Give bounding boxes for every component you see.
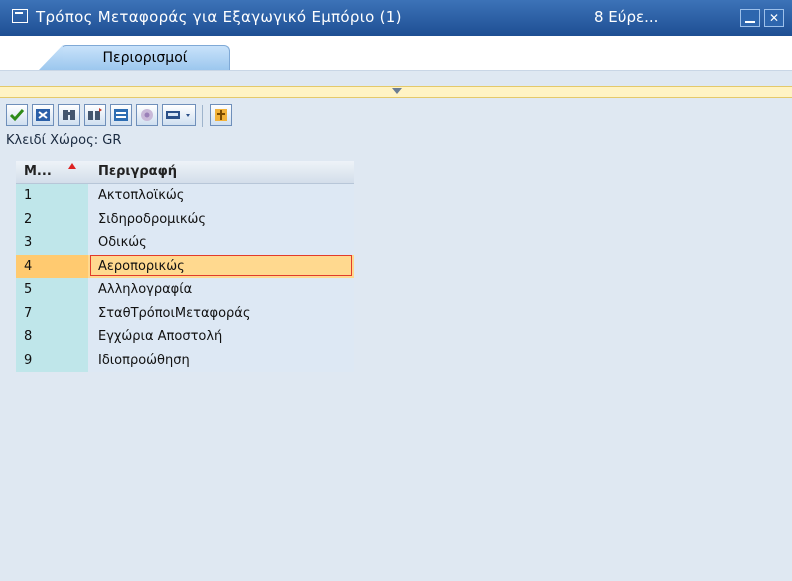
row-key-cell[interactable]: 9 <box>16 348 88 372</box>
title-bar[interactable]: Τρόπος Μεταφοράς για Εξαγωγικό Εμπόριο (… <box>0 0 792 36</box>
row-key-cell[interactable]: 1 <box>16 184 88 208</box>
row-key-cell[interactable]: 3 <box>16 231 88 255</box>
row-description-cell[interactable]: Εγχώρια Αποστολή <box>88 325 354 349</box>
filter-icon[interactable] <box>210 104 232 126</box>
table-row[interactable]: 7 ΣταθΤρόποιΜεταφοράς <box>16 301 354 325</box>
hit-count: 8 Εύρε... <box>594 8 659 26</box>
row-key: 2 <box>24 211 33 227</box>
row-key: 9 <box>24 352 33 368</box>
row-description: Οδικώς <box>98 235 147 250</box>
cancel-icon[interactable] <box>32 104 54 126</box>
row-key: 1 <box>24 188 33 203</box>
row-description-cell[interactable]: Ιδιοπροώθηση <box>88 348 354 372</box>
table-row[interactable]: 4 Αεροπορικώς <box>16 254 354 278</box>
row-description: ΣταθΤρόποιΜεταφοράς <box>98 305 251 321</box>
sort-ascending-icon <box>68 163 76 169</box>
row-key-cell[interactable]: 2 <box>16 207 88 231</box>
collapse-bar[interactable] <box>0 86 792 98</box>
table-row[interactable]: 5 Αλληλογραφία <box>16 278 354 302</box>
row-key: 8 <box>24 329 33 344</box>
row-description: Αεροπορικώς <box>98 258 185 274</box>
row-description: Ιδιοπροώθηση <box>98 352 190 368</box>
toolbar <box>0 104 792 130</box>
tab-strip: Περιορισμοί <box>0 36 792 71</box>
row-key: 3 <box>24 235 33 250</box>
find-next-icon[interactable] <box>84 104 106 126</box>
row-key: 7 <box>24 305 33 321</box>
row-description-cell[interactable]: Σιδηροδρομικώς <box>88 207 354 231</box>
window-title: Τρόπος Μεταφοράς για Εξαγωγικό Εμπόριο (… <box>36 8 402 26</box>
table-row[interactable]: 1 Ακτοπλοϊκώς <box>16 184 354 208</box>
table-header: M... Περιγραφή <box>16 161 354 184</box>
row-key-cell[interactable]: 7 <box>16 301 88 325</box>
find-icon[interactable] <box>58 104 80 126</box>
close-button[interactable]: ✕ <box>764 9 784 27</box>
row-description-cell[interactable]: Αεροπορικώς <box>88 254 354 278</box>
collapse-arrow-icon[interactable] <box>392 88 402 94</box>
table-row[interactable]: 2 Σιδηροδρομικώς <box>16 207 354 231</box>
table-row[interactable]: 8 Εγχώρια Αποστολή <box>16 325 354 349</box>
table-row[interactable]: 3 Οδικώς <box>16 231 354 255</box>
row-description: Ακτοπλοϊκώς <box>98 188 185 203</box>
table-body: 1 Ακτοπλοϊκώς 2 Σιδηροδρομικώς 3 Οδικώς 4 Αεροπ… <box>16 184 354 372</box>
toolbar-separator <box>202 105 203 127</box>
key-country-label: Κλειδί Χώρος: GR <box>6 133 122 148</box>
help-icon[interactable] <box>136 104 158 126</box>
row-description-cell[interactable]: Οδικώς <box>88 231 354 255</box>
check-icon[interactable] <box>6 104 28 126</box>
tab-restrictions[interactable]: Περιορισμοί <box>60 45 230 70</box>
row-key-cell[interactable]: 4 <box>16 254 88 278</box>
popup-window: Τρόπος Μεταφοράς για Εξαγωγικό Εμπόριο (… <box>0 0 792 581</box>
column-header-description[interactable]: Περιγραφή <box>98 164 177 179</box>
row-key: 5 <box>24 282 33 297</box>
row-description-cell[interactable]: ΣταθΤρόποιΜεταφοράς <box>88 301 354 325</box>
row-description-cell[interactable]: Αλληλογραφία <box>88 278 354 302</box>
print-icon[interactable] <box>162 104 196 126</box>
layout-icon[interactable] <box>110 104 132 126</box>
row-description: Σιδηροδρομικώς <box>98 211 207 227</box>
result-table: M... Περιγραφή 1 Ακτοπλοϊκώς 2 Σιδηροδρομικ… <box>16 161 354 372</box>
minimize-button[interactable] <box>740 9 760 27</box>
row-key: 4 <box>24 258 33 274</box>
row-key-cell[interactable]: 8 <box>16 325 88 349</box>
table-row[interactable]: 9 Ιδιοπροώθηση <box>16 348 354 372</box>
window-icon <box>12 9 28 23</box>
row-description: Αλληλογραφία <box>98 282 193 297</box>
column-header-key[interactable]: M... <box>24 164 52 179</box>
row-description: Εγχώρια Αποστολή <box>98 329 223 344</box>
row-description-cell[interactable]: Ακτοπλοϊκώς <box>88 184 354 208</box>
row-key-cell[interactable]: 5 <box>16 278 88 302</box>
